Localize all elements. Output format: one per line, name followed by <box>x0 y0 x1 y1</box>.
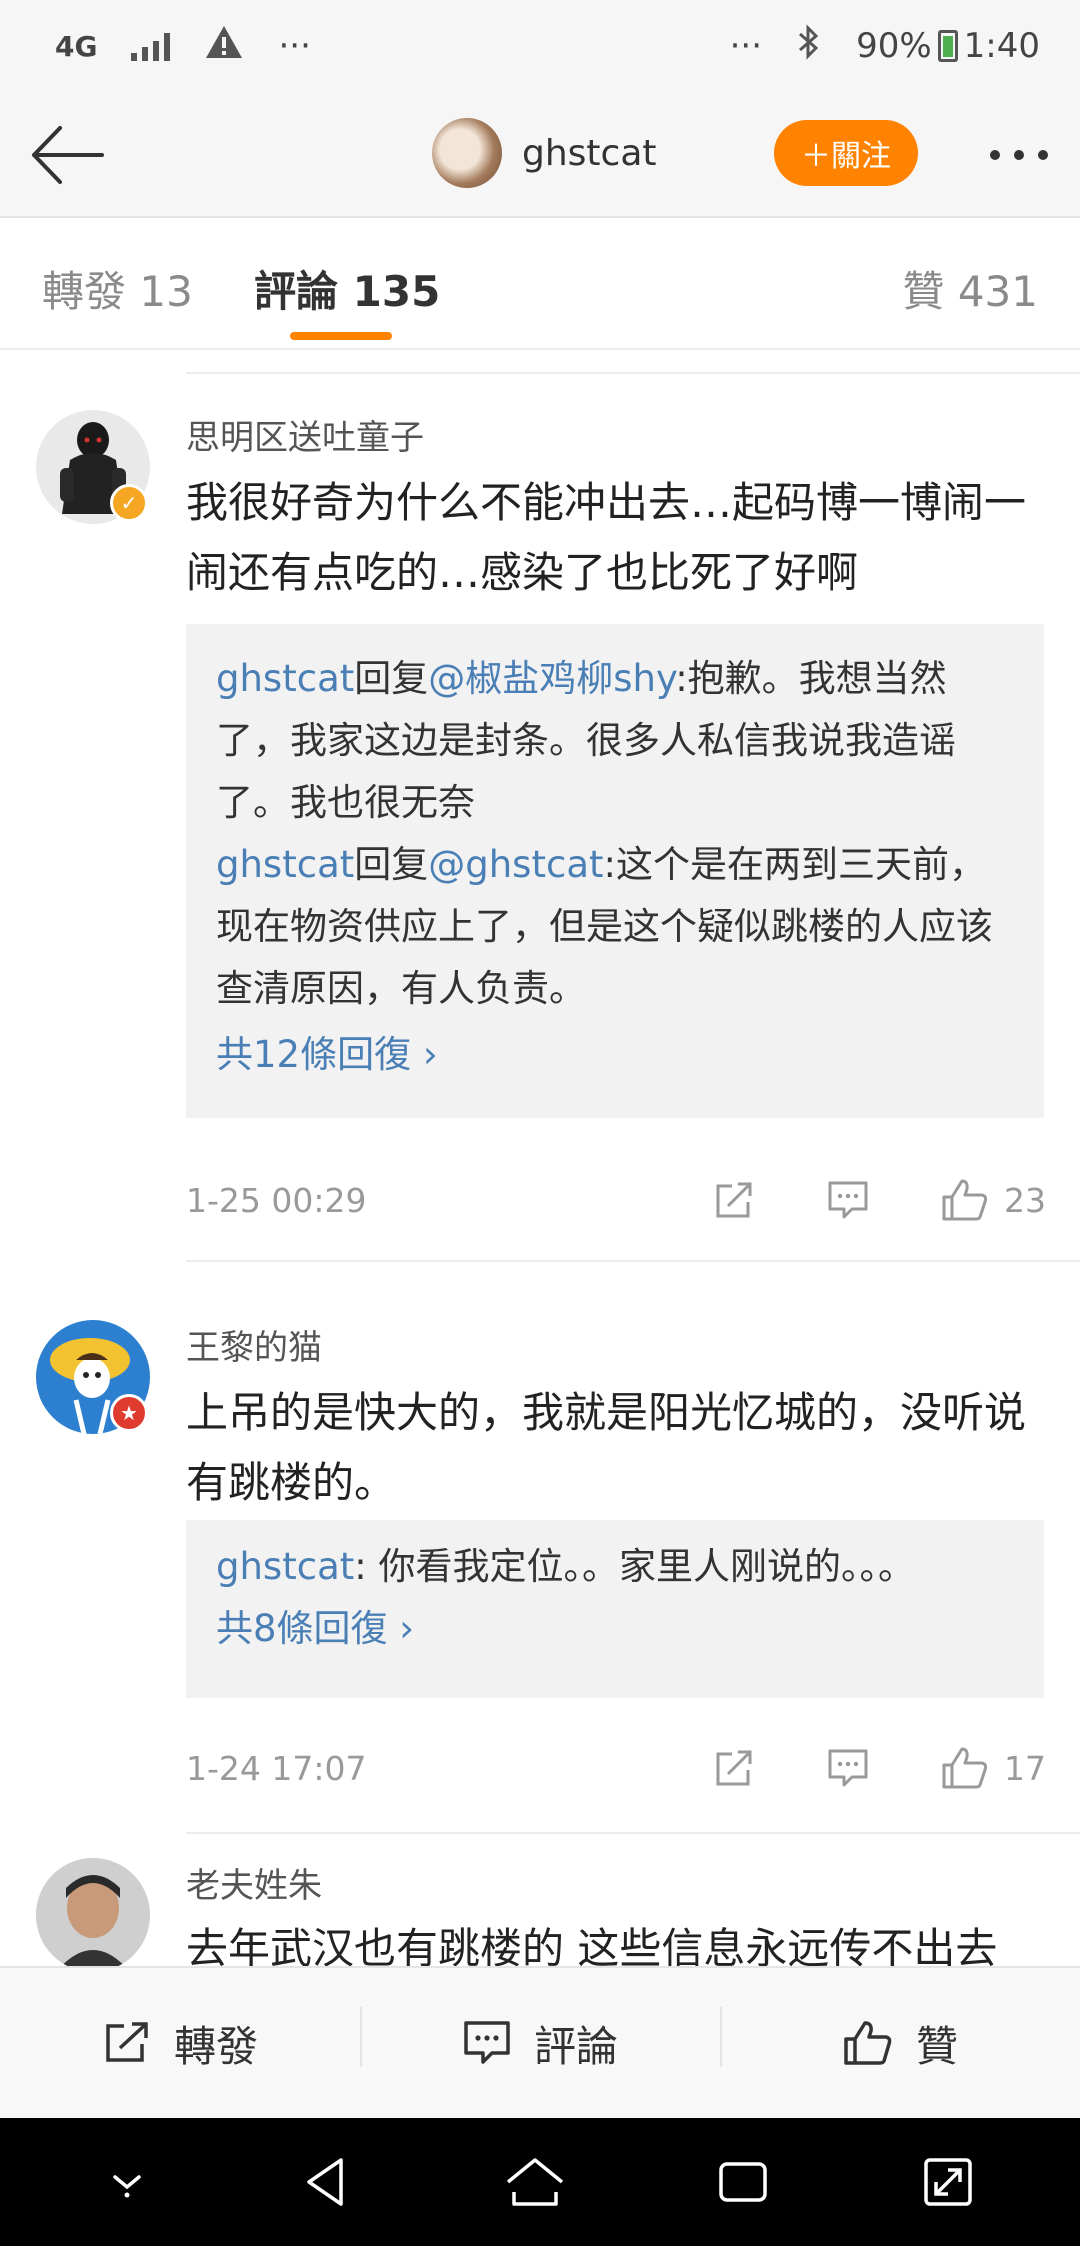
comment-icon <box>828 1749 868 1787</box>
avatar <box>432 118 502 188</box>
status-more-right: ··· <box>729 26 763 66</box>
reply-item: ghstcat回复@椒盐鸡柳shy:抱歉。我想当然了，我家这边是封条。很多人私信… <box>216 648 1014 834</box>
comment-meta: 1-25 00:29 23 <box>186 1170 1046 1230</box>
bottom-action-bar: 轉發 評論 贊 <box>0 1966 1080 2118</box>
chevron-down-icon[interactable] <box>102 2157 152 2207</box>
more-options-button[interactable] <box>990 130 1048 180</box>
system-navigation-bar <box>0 2118 1080 2246</box>
avatar-person-icon <box>36 1858 150 1966</box>
expand-icon[interactable] <box>918 2152 978 2212</box>
share-icon <box>716 1750 752 1786</box>
comment-author[interactable]: 老夫姓朱 <box>186 1858 322 1907</box>
red-badge-icon: ★ <box>110 1394 148 1432</box>
comment-author[interactable]: 思明区送吐童子 <box>186 410 424 459</box>
tab-likes[interactable]: 贊 431 <box>902 258 1038 319</box>
warning-icon <box>204 24 244 69</box>
comment-date: 1-25 00:29 <box>186 1180 367 1220</box>
more-replies-link[interactable]: 共8條回復 › <box>216 1598 1014 1660</box>
divider <box>186 1260 1080 1262</box>
reply-box[interactable]: ghstcat: 你看我定位。。家里人刚说的。。。 共8條回復 › <box>186 1520 1044 1698</box>
verified-badge-icon: ✓ <box>110 484 148 522</box>
like-label: 贊 <box>915 2021 958 2071</box>
tab-reposts[interactable]: 轉發 13 <box>42 258 193 319</box>
divider <box>186 1832 1080 1834</box>
thumbs-up-icon <box>942 1747 988 1789</box>
reply-author[interactable]: ghstcat <box>216 657 354 700</box>
reply-author[interactable]: ghstcat <box>216 843 354 886</box>
share-button[interactable] <box>712 1748 756 1788</box>
repost-button[interactable]: 轉發 <box>0 2013 360 2074</box>
thumbs-up-icon <box>942 1179 988 1221</box>
comment-author[interactable]: 王黎的猫 <box>186 1320 322 1369</box>
home-icon[interactable] <box>502 2152 568 2212</box>
like-button[interactable]: 23 <box>940 1177 1046 1223</box>
like-button[interactable]: 17 <box>940 1745 1046 1791</box>
comment-label: 評論 <box>533 2021 618 2071</box>
comment-text: 去年武汉也有跳楼的 这些信息永远传不出去 <box>186 1924 998 1966</box>
comment-icon <box>828 1181 868 1219</box>
more-dot-icon <box>990 150 1000 160</box>
repost-label: 轉發 <box>173 2021 258 2071</box>
reply-text: : 你看我定位。。家里人刚说的。。。 <box>354 1545 915 1588</box>
battery-percent: 90% <box>856 26 932 66</box>
signal-icon <box>131 31 171 61</box>
status-more-left: ··· <box>278 26 311 66</box>
comment-text: 我很好奇为什么不能冲出去…起码博一博闹一闹还有点吃的…感染了也比死了好啊 <box>186 478 1027 597</box>
avatar[interactable] <box>36 1858 150 1966</box>
thumbs-up-icon <box>844 2021 892 2065</box>
share-icon <box>106 2022 148 2062</box>
reply-button[interactable] <box>826 1747 870 1789</box>
tab-comments[interactable]: 評論 135 <box>254 258 440 319</box>
reply-button[interactable] <box>826 1179 870 1221</box>
profile-link[interactable]: ghstcat <box>432 118 657 188</box>
like-post-button[interactable]: 贊 <box>720 2006 1080 2074</box>
recent-apps-icon[interactable] <box>713 2152 773 2212</box>
comment-date: 1-24 17:07 <box>186 1748 367 1788</box>
tab-bar: 轉發 13 評論 135 贊 431 <box>0 218 1080 350</box>
back-button[interactable] <box>28 120 108 190</box>
share-icon <box>716 1182 752 1218</box>
reply-verb: 回复 <box>354 843 429 886</box>
reply-author[interactable]: ghstcat <box>216 1545 354 1588</box>
app-header: ghstcat ＋關注 <box>0 92 1080 218</box>
follow-button[interactable]: ＋關注 <box>774 120 918 186</box>
tab-active-indicator <box>290 332 392 340</box>
more-replies-link[interactable]: 共12條回復 › <box>216 1024 1014 1086</box>
like-count: 23 <box>1004 1180 1046 1220</box>
clock: 1:40 <box>963 26 1040 66</box>
reply-box[interactable]: ghstcat回复@椒盐鸡柳shy:抱歉。我想当然了，我家这边是封条。很多人私信… <box>186 624 1044 1118</box>
reply-item: ghstcat回复@ghstcat:这个是在两到三天前，现在物资供应上了，但是这… <box>216 834 1014 1020</box>
network-indicator: 4G <box>55 29 98 63</box>
comment-button[interactable]: 評論 <box>360 2006 720 2074</box>
username: ghstcat <box>522 132 657 174</box>
like-count: 17 <box>1004 1748 1046 1788</box>
bluetooth-icon <box>796 23 822 69</box>
divider <box>186 372 1080 374</box>
status-bar: 4G ··· ··· 90% 1:40 <box>0 0 1080 92</box>
back-arrow-icon <box>32 126 104 184</box>
reply-mention[interactable]: @椒盐鸡柳shy <box>428 657 675 700</box>
reply-mention[interactable]: @ghstcat <box>428 843 603 886</box>
comment-text: 上吊的是快大的，我就是阳光忆城的，没听说有跳楼的。 <box>186 1388 1027 1507</box>
share-button[interactable] <box>712 1180 756 1220</box>
back-nav-icon[interactable] <box>297 2152 357 2212</box>
comment-list[interactable]: ✓ 思明区送吐童子 我很好奇为什么不能冲出去…起码博一博闹一闹还有点吃的…感染了… <box>0 350 1080 1966</box>
battery-icon <box>937 30 958 62</box>
reply-verb: 回复 <box>354 657 429 700</box>
comment-meta: 1-24 17:07 17 <box>186 1738 1046 1798</box>
comment-icon <box>464 2021 510 2064</box>
reply-item: ghstcat: 你看我定位。。家里人刚说的。。。 <box>216 1536 1014 1598</box>
